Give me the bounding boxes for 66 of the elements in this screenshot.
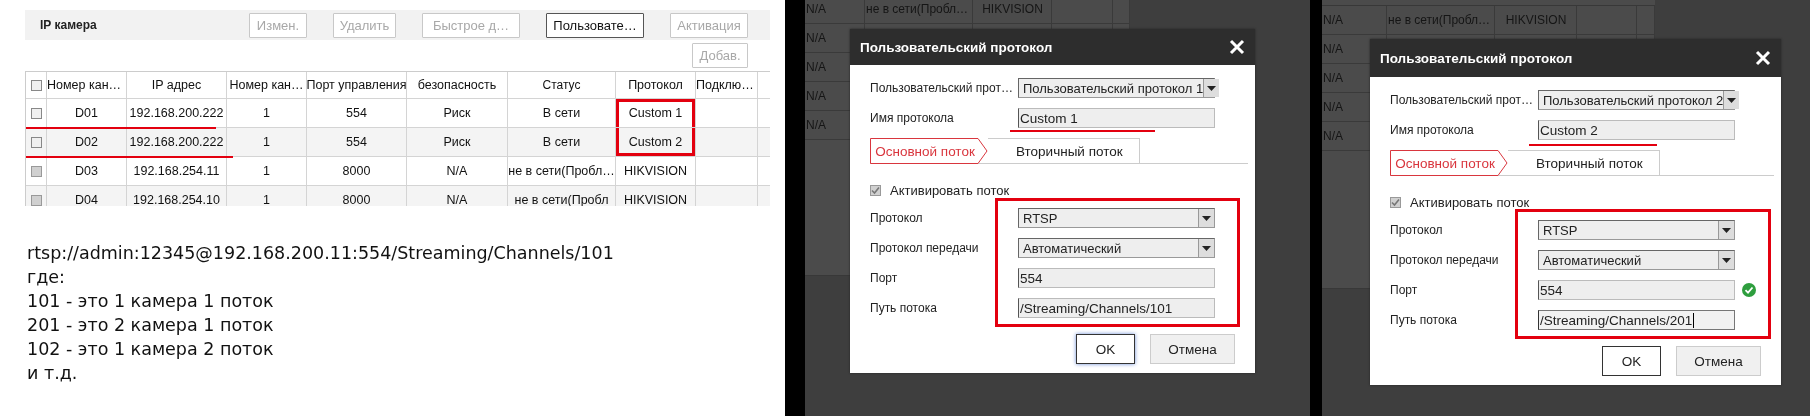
table-cell: 1 bbox=[227, 186, 307, 206]
tab[interactable]: Основной поток bbox=[870, 138, 988, 164]
table-cell: 192.168.254.10 bbox=[127, 186, 227, 206]
note-line: 201 - это 2 камера 1 поток bbox=[27, 314, 275, 337]
note-line: 102 - это 1 камера 2 поток bbox=[27, 338, 275, 361]
table-cell: N/A bbox=[407, 186, 508, 206]
field-label: Имя протокола bbox=[870, 111, 955, 125]
dropdown[interactable]: RTSP bbox=[1018, 208, 1215, 228]
cancel-button[interactable]: Отмена bbox=[1676, 346, 1761, 376]
checkbox[interactable] bbox=[30, 107, 42, 119]
ok-button[interactable]: OK bbox=[1602, 346, 1661, 376]
dropdown-arrow-icon bbox=[1722, 257, 1731, 263]
field-label: Протокол передачи bbox=[1390, 253, 1500, 267]
field-label: Порт bbox=[870, 271, 899, 285]
dropdown-arrow-icon bbox=[1722, 227, 1731, 233]
column-header: Протокол bbox=[616, 72, 696, 99]
dropdown[interactable]: RTSP bbox=[1538, 220, 1735, 240]
field-label: Протокол bbox=[870, 211, 924, 225]
input-field[interactable]: /Streaming/Channels/201 bbox=[1538, 310, 1735, 330]
note-line: rtsp://admin:12345@192.168.200.11:554/Streaming/Channels/101 bbox=[27, 242, 615, 265]
field-label: Протокол передачи bbox=[870, 241, 980, 255]
input-field[interactable]: 554 bbox=[1018, 268, 1215, 288]
table-cell: HIKVISION bbox=[616, 186, 696, 206]
input-field[interactable]: /Streaming/Channels/101 bbox=[1018, 298, 1215, 318]
input-field[interactable]: Custom 1 bbox=[1018, 108, 1215, 128]
dialog-title: Пользовательский протокол bbox=[1380, 50, 1573, 66]
field-label: Протокол bbox=[1390, 223, 1444, 237]
dropdown[interactable]: Автоматический bbox=[1538, 250, 1735, 270]
field-label: Путь потока bbox=[1390, 313, 1458, 327]
field-label: Путь потока bbox=[870, 301, 938, 315]
checkbox-label: Активировать поток bbox=[890, 182, 1010, 198]
dropdown-arrow-icon bbox=[1202, 245, 1211, 251]
table-cell: Custom 2 bbox=[616, 128, 696, 157]
close-icon bbox=[1755, 50, 1771, 66]
input-field[interactable]: Custom 2 bbox=[1538, 120, 1735, 140]
table-cell: D04 bbox=[47, 186, 127, 206]
toolbar-button[interactable]: Пользовате… bbox=[546, 12, 644, 38]
dropdown[interactable]: Автоматический bbox=[1018, 238, 1215, 258]
tab[interactable]: Вторичный поток bbox=[1508, 150, 1660, 175]
dialog-title: Пользовательский протокол bbox=[860, 39, 1053, 55]
close-icon bbox=[1229, 39, 1245, 55]
checkbox[interactable] bbox=[30, 79, 42, 91]
input-field[interactable]: 554 bbox=[1538, 280, 1735, 300]
tab[interactable]: Вторичный поток bbox=[988, 138, 1140, 163]
note-line: 101 - это 1 камера 1 поток bbox=[27, 290, 275, 313]
checkbox[interactable] bbox=[30, 136, 42, 148]
cancel-button[interactable]: Отмена bbox=[1150, 334, 1235, 364]
note-line: и т.д. bbox=[27, 362, 79, 385]
field-label: Имя протокола bbox=[1390, 123, 1475, 137]
dropdown-arrow-icon bbox=[1727, 97, 1737, 103]
text-cursor bbox=[1693, 312, 1695, 328]
ok-button[interactable]: OK bbox=[1076, 334, 1135, 364]
field-label: Пользовательский прот… bbox=[1390, 93, 1534, 107]
table-cell: Custom 1 bbox=[616, 99, 696, 128]
table-cell: не в сети(Пробл bbox=[508, 186, 616, 206]
dropdown-arrow-icon bbox=[1207, 85, 1217, 91]
tab[interactable]: Основной поток bbox=[1390, 150, 1508, 176]
close-button[interactable] bbox=[1755, 50, 1771, 66]
dropdown-arrow-icon bbox=[1202, 215, 1211, 221]
field-label: Пользовательский прот… bbox=[870, 81, 1014, 95]
checkbox-label: Активировать поток bbox=[1410, 194, 1530, 210]
field-label: Порт bbox=[1390, 283, 1419, 297]
panel-title: IP камера bbox=[40, 18, 97, 32]
table-cell: 8000 bbox=[307, 186, 407, 206]
close-button[interactable] bbox=[1229, 39, 1245, 55]
note-line: где: bbox=[27, 266, 66, 289]
